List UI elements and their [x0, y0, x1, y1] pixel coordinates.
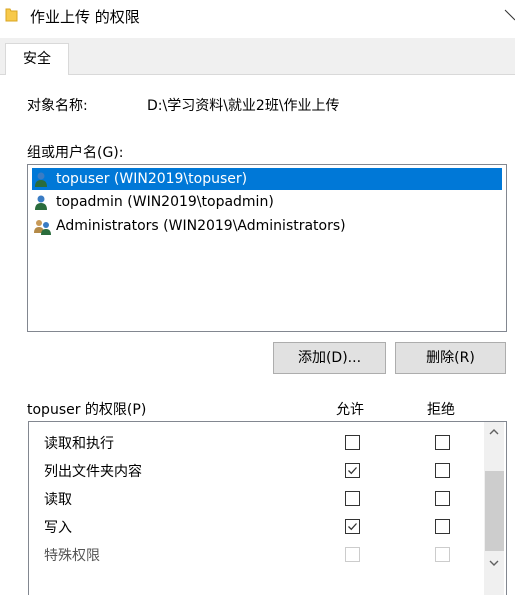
group-item-topadmin[interactable]: topadmin (WIN2019\topadmin) [32, 191, 502, 213]
permission-row: 列出文件夹内容 [29, 457, 484, 485]
tab-divider [0, 74, 515, 75]
permission-row: 特殊权限 [29, 541, 484, 569]
deny-column-header: 拒绝 [427, 402, 455, 418]
deny-checkbox-disabled [435, 547, 450, 562]
permission-name: 写入 [44, 520, 72, 536]
permission-row: 读取 [29, 485, 484, 513]
allow-checkbox[interactable] [345, 463, 360, 478]
permission-name: 读取 [44, 492, 72, 508]
user-icon [34, 171, 52, 188]
groups-label: 组或用户名(G): [27, 145, 124, 161]
deny-checkbox[interactable] [435, 491, 450, 506]
scroll-up-arrow-icon[interactable] [484, 424, 504, 440]
permissions-list: 读取和执行 列出文件夹内容 读取 写入 特殊权限 [28, 421, 507, 595]
allow-checkbox[interactable] [345, 435, 360, 450]
deny-checkbox[interactable] [435, 463, 450, 478]
allow-column-header: 允许 [336, 402, 364, 418]
permission-name: 特殊权限 [44, 548, 100, 564]
scrollbar-thumb[interactable] [485, 471, 504, 551]
checkmark-icon [348, 467, 357, 475]
users-group-icon [34, 218, 52, 235]
permission-row: 读取和执行 [29, 429, 484, 457]
group-item-topuser[interactable]: topuser (WIN2019\topuser) [32, 168, 502, 190]
allow-checkbox[interactable] [345, 491, 360, 506]
group-item-label: Administrators (WIN2019\Administrators) [56, 218, 346, 234]
allow-checkbox[interactable] [345, 519, 360, 534]
group-item-label: topuser (WIN2019\topuser) [56, 171, 248, 187]
group-item-administrators[interactable]: Administrators (WIN2019\Administrators) [32, 215, 502, 237]
object-name-label: 对象名称: [27, 98, 88, 114]
deny-checkbox[interactable] [435, 519, 450, 534]
permission-name: 列出文件夹内容 [44, 464, 142, 480]
close-icon[interactable] [500, 2, 515, 28]
deny-checkbox[interactable] [435, 435, 450, 450]
allow-checkbox-disabled [345, 547, 360, 562]
permission-row: 写入 [29, 513, 484, 541]
user-icon [34, 194, 52, 211]
scroll-down-arrow-icon[interactable] [484, 555, 504, 571]
window-title: 作业上传 的权限 [30, 8, 140, 26]
object-name-value: D:\学习资料\就业2班\作业上传 [147, 98, 340, 114]
permission-name: 读取和执行 [44, 436, 114, 452]
remove-button[interactable]: 删除(R) [395, 342, 506, 374]
tab-security[interactable]: 安全 [5, 43, 69, 75]
checkmark-icon [348, 523, 357, 531]
tab-strip [0, 38, 515, 74]
folder-icon [5, 8, 18, 22]
add-button[interactable]: 添加(D)... [273, 342, 386, 374]
group-item-label: topadmin (WIN2019\topadmin) [56, 194, 274, 210]
group-user-list[interactable]: topuser (WIN2019\topuser) topadmin (WIN2… [27, 164, 507, 332]
permissions-label: topuser 的权限(P) [27, 402, 147, 418]
